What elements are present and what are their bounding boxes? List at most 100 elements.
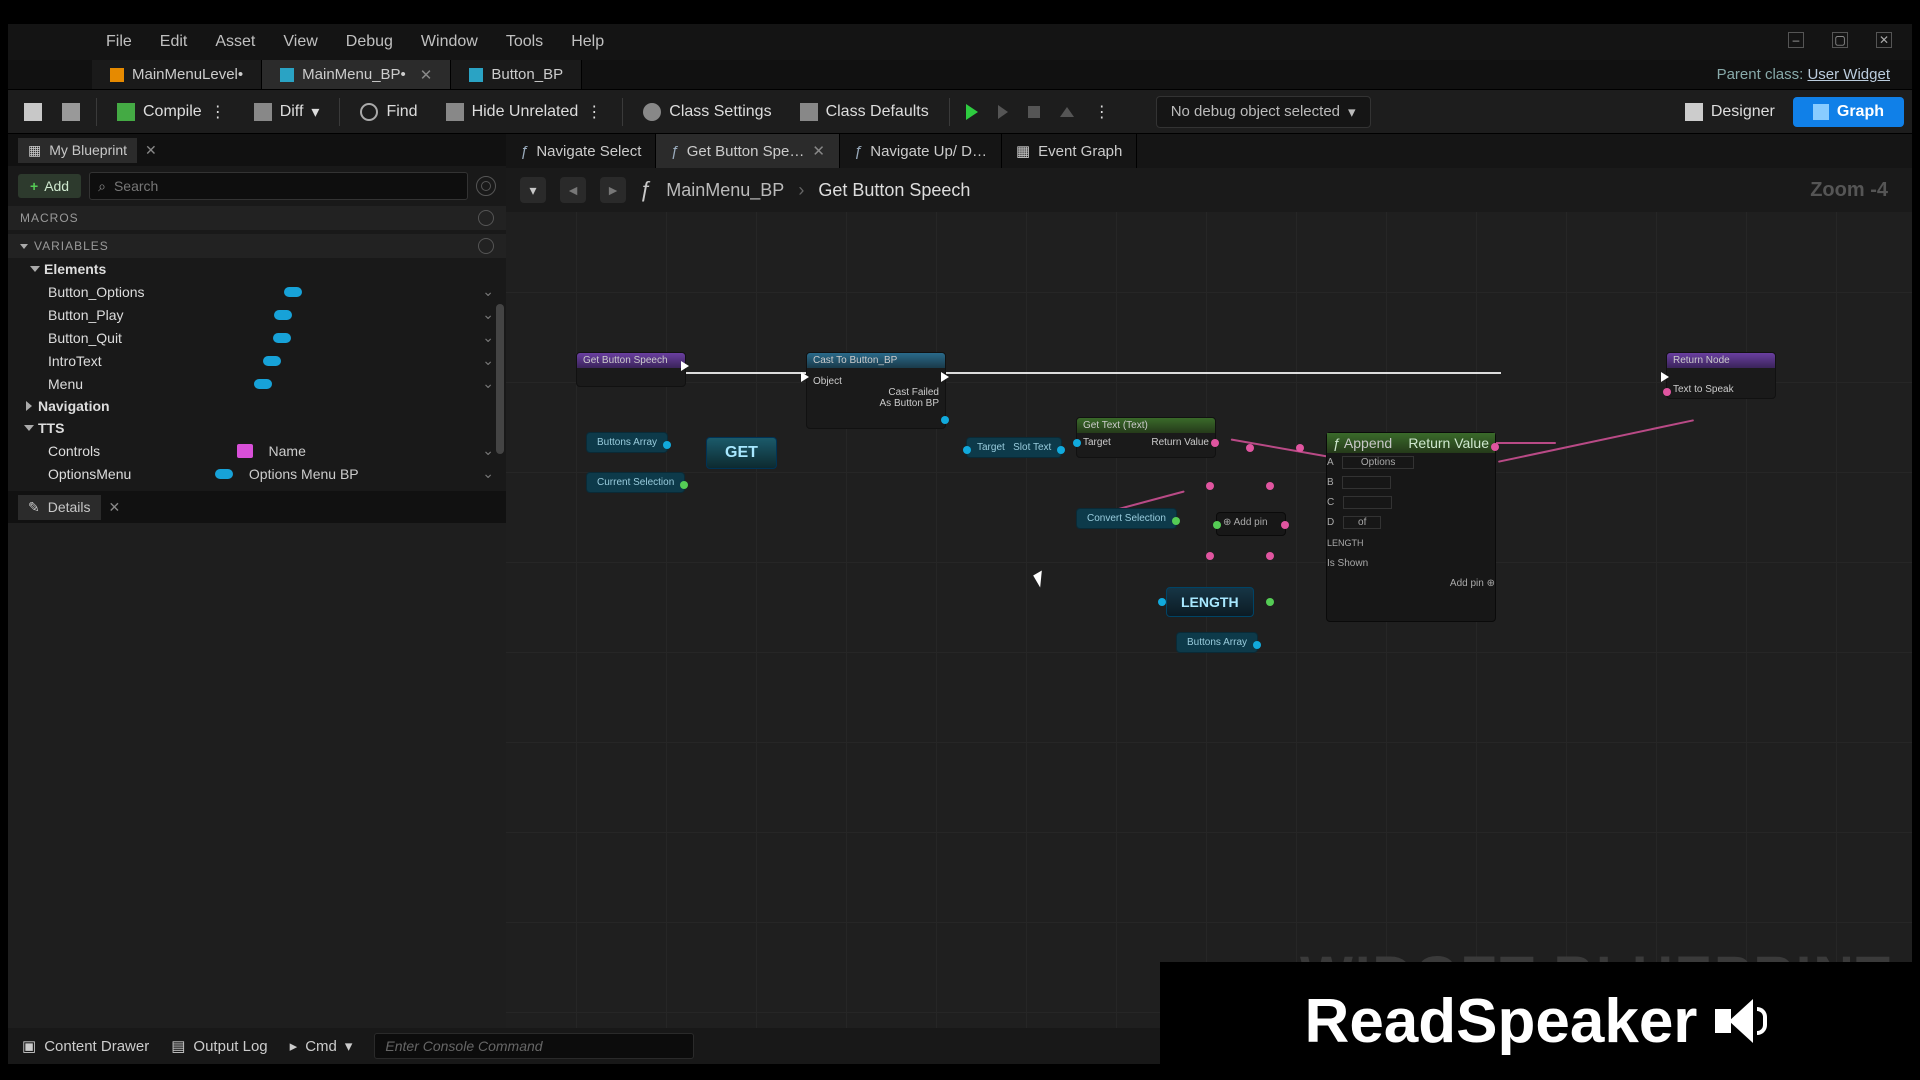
chevron-down-icon[interactable]: ⌄ xyxy=(482,329,494,346)
var-menu[interactable]: Menu⌄ xyxy=(8,372,506,395)
reroute-pin[interactable] xyxy=(1206,482,1214,490)
debug-object-dropdown[interactable]: No debug object selected ▾ xyxy=(1156,96,1371,128)
node-var-current-selection[interactable]: Current Selection xyxy=(586,472,685,493)
crumb-fn[interactable]: Get Button Speech xyxy=(818,180,970,201)
chevron-down-icon[interactable]: ⌄ xyxy=(482,375,494,392)
menu-window[interactable]: Window xyxy=(407,33,492,51)
reroute-pin[interactable] xyxy=(1206,552,1214,560)
panel-close-icon[interactable]: ✕ xyxy=(109,499,121,516)
add-pin-label[interactable]: Add pin xyxy=(1450,578,1484,589)
doc-tab-mainmenulevel[interactable]: MainMenuLevel• xyxy=(92,60,262,89)
node-function-entry[interactable]: Get Button Speech xyxy=(576,352,686,387)
data-out-pin[interactable] xyxy=(1266,598,1274,606)
exec-out-pin[interactable] xyxy=(681,361,689,371)
nav-back-button[interactable]: ◄ xyxy=(560,177,586,203)
node-cast-to-button-bp[interactable]: Cast To Button_BP Object Cast Failed As … xyxy=(806,352,946,429)
exec-in-pin[interactable] xyxy=(801,372,809,382)
parent-class-link[interactable]: User Widget xyxy=(1807,66,1890,83)
graph-tab-get-button-speech[interactable]: ƒGet Button Spe…✕ xyxy=(656,134,840,168)
nav-forward-button[interactable]: ► xyxy=(600,177,626,203)
save-icon[interactable] xyxy=(16,97,50,127)
var-button-play[interactable]: Button_Play⌄ xyxy=(8,303,506,326)
var-controls[interactable]: Controls Name ⌄ xyxy=(8,439,506,462)
my-blueprint-tab[interactable]: ▦My Blueprint ✕ xyxy=(8,134,506,166)
doc-tab-mainmenu-bp[interactable]: MainMenu_BP• ✕ xyxy=(262,60,451,89)
chevron-down-icon[interactable]: ⌄ xyxy=(482,352,494,369)
chevron-down-icon[interactable]: ⌄ xyxy=(482,442,494,459)
node-get-text[interactable]: Get Text (Text) Target Return Value xyxy=(1076,417,1216,458)
tab-close-icon[interactable]: ✕ xyxy=(420,66,433,84)
reroute-pin[interactable] xyxy=(1296,444,1304,452)
menu-debug[interactable]: Debug xyxy=(332,33,407,51)
diff-button[interactable]: Diff▾ xyxy=(242,96,332,128)
node-array-get[interactable]: GET xyxy=(706,437,777,469)
class-defaults-button[interactable]: Class Defaults xyxy=(788,97,941,127)
add-button[interactable]: +Add xyxy=(18,174,81,198)
variables-category[interactable]: VARIABLES xyxy=(8,234,506,258)
content-drawer-button[interactable]: ▣Content Drawer xyxy=(22,1037,149,1055)
stop-button[interactable] xyxy=(1020,100,1048,124)
node-add-pin[interactable]: ⊕ Add pin xyxy=(1216,512,1286,536)
elements-group[interactable]: Elements xyxy=(8,258,506,280)
navigation-group[interactable]: Navigation xyxy=(8,395,506,417)
console-input[interactable]: Enter Console Command xyxy=(374,1033,694,1059)
tts-group[interactable]: TTS xyxy=(8,417,506,439)
menu-asset[interactable]: Asset xyxy=(201,33,269,51)
menu-edit[interactable]: Edit xyxy=(146,33,202,51)
reroute-pin[interactable] xyxy=(1246,444,1254,452)
play-button[interactable] xyxy=(958,98,986,126)
window-restore-icon[interactable]: ▢ xyxy=(1832,32,1848,48)
node-array-length[interactable]: LENGTH xyxy=(1166,587,1254,617)
menu-file[interactable]: File xyxy=(92,33,146,51)
node-var-buttons-array[interactable]: Buttons Array xyxy=(586,432,668,453)
tab-close-icon[interactable]: ✕ xyxy=(812,142,825,160)
find-button[interactable]: Find xyxy=(348,97,429,127)
crumb-bp[interactable]: MainMenu_BP xyxy=(666,180,784,201)
output-log-button[interactable]: ▤Output Log xyxy=(171,1037,267,1055)
scrollbar-thumb[interactable] xyxy=(496,304,504,454)
cmd-dropdown[interactable]: ▸Cmd▾ xyxy=(290,1037,353,1055)
node-convert-selection[interactable]: Convert Selection xyxy=(1076,508,1177,529)
details-tab[interactable]: ✎Details ✕ xyxy=(8,491,506,523)
macros-category[interactable]: MACROS xyxy=(8,206,506,230)
browse-icon[interactable] xyxy=(54,97,88,127)
designer-mode-button[interactable]: Designer xyxy=(1671,97,1789,127)
var-optionsmenu[interactable]: OptionsMenu Options Menu BP ⌄ xyxy=(8,462,506,485)
graph-tab-navigate-select[interactable]: ƒNavigate Select xyxy=(506,134,656,168)
node-slot-text[interactable]: Target Slot Text xyxy=(966,437,1062,458)
window-close-icon[interactable]: ✕ xyxy=(1876,32,1892,48)
chevron-down-icon[interactable]: ⌄ xyxy=(482,306,494,323)
compile-button[interactable]: Compile⋮ xyxy=(105,96,238,128)
menu-help[interactable]: Help xyxy=(557,33,618,51)
graph-canvas[interactable]: Get Button Speech Cast To Button_BP Obje… xyxy=(506,212,1912,1028)
exec-out-pin[interactable] xyxy=(941,372,949,382)
menu-view[interactable]: View xyxy=(269,33,331,51)
var-button-options[interactable]: Button_Options⌄ xyxy=(8,280,506,303)
data-in-pin[interactable] xyxy=(1158,598,1166,606)
settings-gear-icon[interactable] xyxy=(476,176,496,196)
step-button[interactable] xyxy=(990,99,1016,125)
graph-tab-navigate-updown[interactable]: ƒNavigate Up/ D… xyxy=(840,134,1002,168)
bookmark-icon[interactable]: ▾ xyxy=(520,177,546,203)
window-minimize-icon[interactable]: – xyxy=(1788,32,1804,48)
reroute-pin[interactable] xyxy=(1266,482,1274,490)
play-options-icon[interactable]: ⋮ xyxy=(1086,96,1118,128)
more-icon[interactable]: ⋮ xyxy=(586,102,602,122)
hide-unrelated-button[interactable]: Hide Unrelated⋮ xyxy=(434,96,615,128)
node-append[interactable]: ƒ AppendReturn Value A Options B C D of … xyxy=(1326,432,1496,622)
data-out-pin[interactable] xyxy=(941,416,949,424)
panel-close-icon[interactable]: ✕ xyxy=(145,142,157,159)
menu-tools[interactable]: Tools xyxy=(492,33,557,51)
chevron-down-icon[interactable]: ⌄ xyxy=(482,465,494,482)
add-macro-icon[interactable] xyxy=(478,210,494,226)
class-settings-button[interactable]: Class Settings xyxy=(631,97,783,127)
eject-button[interactable] xyxy=(1052,101,1082,123)
graph-tab-event-graph[interactable]: ▦Event Graph xyxy=(1002,134,1137,168)
add-variable-icon[interactable] xyxy=(478,238,494,254)
doc-tab-button-bp[interactable]: Button_BP xyxy=(451,60,582,89)
node-return[interactable]: Return Node Text to Speak xyxy=(1666,352,1776,399)
data-out-pin[interactable] xyxy=(1491,443,1499,451)
chevron-down-icon[interactable]: ⌄ xyxy=(482,283,494,300)
var-introtext[interactable]: IntroText⌄ xyxy=(8,349,506,372)
var-button-quit[interactable]: Button_Quit⌄ xyxy=(8,326,506,349)
